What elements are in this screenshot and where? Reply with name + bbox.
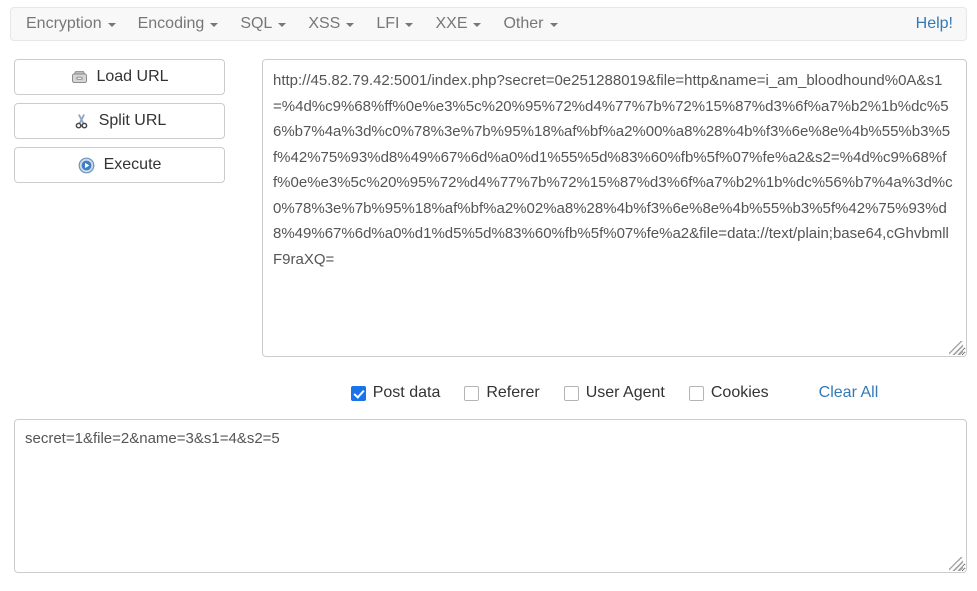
menu-item-lfi[interactable]: LFI xyxy=(365,11,424,37)
chevron-down-icon xyxy=(107,23,116,27)
action-button-column: Load URL Split URL Execute xyxy=(14,59,225,191)
load-url-icon xyxy=(70,68,88,86)
user-agent-checkbox[interactable] xyxy=(563,385,579,401)
clear-all-link[interactable]: Clear All xyxy=(819,384,879,402)
option-referer[interactable]: Referer xyxy=(464,384,540,402)
menu-item-label: SQL xyxy=(240,15,273,32)
load-url-button[interactable]: Load URL xyxy=(14,59,225,95)
option-cookies[interactable]: Cookies xyxy=(688,384,769,402)
help-link[interactable]: Help! xyxy=(907,10,962,38)
url-input[interactable]: http://45.82.79.42:5001/index.php?secret… xyxy=(262,59,967,357)
chevron-down-icon xyxy=(549,23,558,27)
menu-item-sql[interactable]: SQL xyxy=(229,11,297,37)
split-url-label: Split URL xyxy=(98,112,167,129)
menu-item-xss[interactable]: XSS xyxy=(297,11,365,37)
post-data-input[interactable]: secret=1&file=2&name=3&s1=4&s2=5 xyxy=(14,419,967,573)
chevron-down-icon xyxy=(210,23,219,27)
execute-label: Execute xyxy=(103,156,162,173)
execute-button[interactable]: Execute xyxy=(14,147,225,183)
menu-item-encryption[interactable]: Encryption xyxy=(15,11,127,37)
menu-item-label: Encoding xyxy=(137,15,205,32)
menu-item-label: XXE xyxy=(435,15,468,32)
referer-checkbox[interactable] xyxy=(464,385,480,401)
user-agent-label: User Agent xyxy=(585,384,665,401)
menu-item-encoding[interactable]: Encoding xyxy=(127,11,230,37)
cookies-label: Cookies xyxy=(710,384,769,401)
split-url-button[interactable]: Split URL xyxy=(14,103,225,139)
chevron-down-icon xyxy=(278,23,287,27)
menu-item-xxe[interactable]: XXE xyxy=(424,11,492,37)
chevron-down-icon xyxy=(346,23,355,27)
load-url-label: Load URL xyxy=(96,68,169,85)
menu-item-label: XSS xyxy=(308,15,341,32)
menu-item-label: Encryption xyxy=(26,15,102,32)
chevron-down-icon xyxy=(405,23,414,27)
post-data-label: Post data xyxy=(372,384,441,401)
option-user-agent[interactable]: User Agent xyxy=(563,384,665,402)
menu-item-other[interactable]: Other xyxy=(492,11,568,37)
cookies-checkbox[interactable] xyxy=(688,385,704,401)
main-menubar: Encryption Encoding SQL XSS LFI XXE Othe… xyxy=(10,7,967,41)
scissors-icon xyxy=(73,112,91,130)
menu-item-label: LFI xyxy=(376,15,400,32)
referer-label: Referer xyxy=(486,384,540,401)
chevron-down-icon xyxy=(473,23,482,27)
request-options-row: Post data Referer User Agent Cookies Cle… xyxy=(262,381,967,405)
play-icon xyxy=(78,156,96,174)
option-post-data[interactable]: Post data xyxy=(350,384,441,402)
menu-item-label: Other xyxy=(503,15,544,32)
post-data-checkbox[interactable] xyxy=(350,385,366,401)
